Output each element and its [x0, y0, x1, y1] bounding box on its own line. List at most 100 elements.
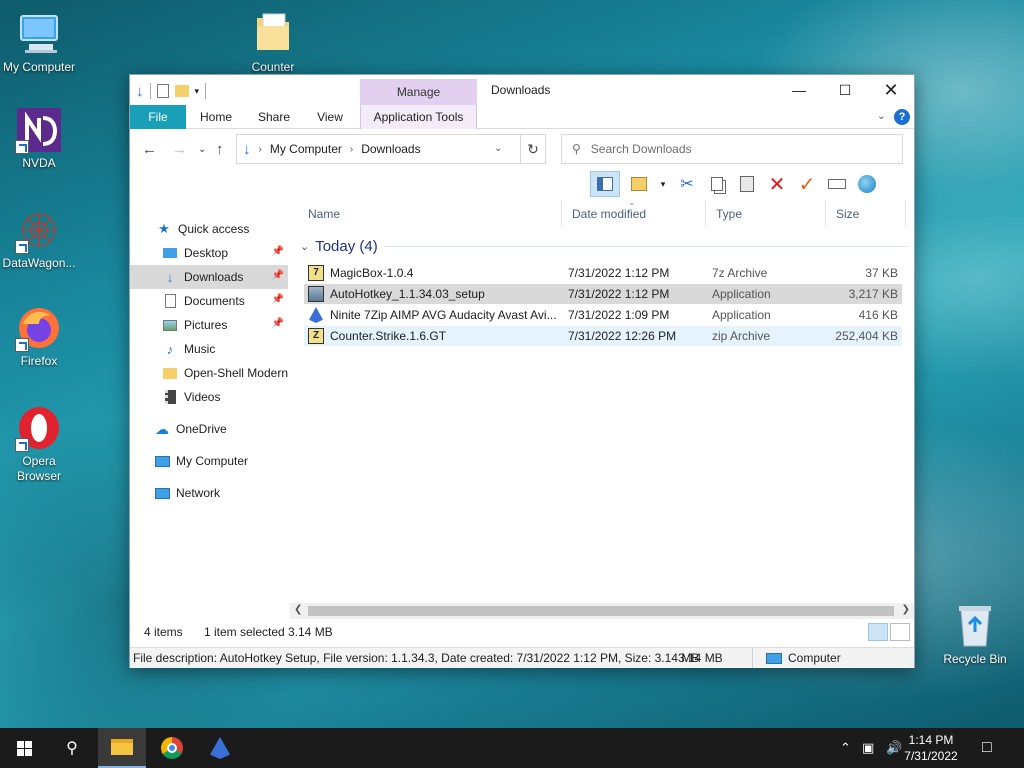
- qat-separator: [205, 83, 207, 99]
- table-row[interactable]: Ninite 7Zip AIMP AVG Audacity Avast Avi.…: [304, 305, 902, 325]
- desktop-icon-recycle-bin[interactable]: Recycle Bin: [933, 602, 1017, 667]
- taskbar-chrome[interactable]: [148, 728, 196, 768]
- search-button[interactable]: ⚲: [48, 728, 96, 768]
- web-globe-icon[interactable]: [856, 173, 878, 195]
- recycle-bin-icon: [951, 602, 999, 650]
- nav-label: Network: [176, 486, 221, 500]
- file-type: Application: [712, 308, 771, 322]
- folder-icon: [249, 10, 297, 58]
- nav-pictures[interactable]: Pictures 📌: [130, 313, 288, 337]
- rename-icon[interactable]: [826, 173, 848, 195]
- desktop-icon-nvda[interactable]: NVDA: [0, 106, 81, 171]
- nav-documents[interactable]: Documents 📌: [130, 289, 288, 313]
- nav-desktop[interactable]: Desktop 📌: [130, 241, 288, 265]
- window-title: Downloads: [491, 83, 551, 97]
- pin-icon[interactable]: 📌: [272, 318, 284, 329]
- table-row[interactable]: 7 MagicBox-1.0.4 7/31/2022 1:12 PM 7z Ar…: [304, 263, 902, 283]
- pin-icon[interactable]: 📌: [272, 294, 284, 305]
- column-header-type[interactable]: Type: [706, 201, 826, 227]
- start-button[interactable]: [0, 728, 48, 768]
- nav-network[interactable]: Network: [130, 481, 288, 505]
- layout-dropdown-icon[interactable]: ▾: [658, 173, 668, 195]
- refresh-button[interactable]: ↻: [520, 134, 546, 164]
- desktop-icon-datawagon[interactable]: DataWagon...: [0, 206, 81, 271]
- new-folder-icon[interactable]: [174, 85, 189, 97]
- search-input[interactable]: Search Downloads: [591, 142, 692, 156]
- minimize-button[interactable]: —: [776, 75, 822, 105]
- nav-label: My Computer: [176, 454, 249, 468]
- navigation-pane-icon[interactable]: [590, 171, 620, 197]
- layout-icon[interactable]: [628, 173, 650, 195]
- nav-music[interactable]: ♪ Music: [130, 337, 288, 361]
- up-button[interactable]: ↑: [216, 141, 224, 158]
- properties-check-icon[interactable]: ✓: [796, 173, 818, 196]
- pin-icon[interactable]: 📌: [272, 270, 284, 281]
- notification-icon[interactable]: □: [982, 728, 992, 768]
- tab-application-tools[interactable]: Application Tools: [360, 105, 477, 129]
- help-button[interactable]: ?: [894, 109, 910, 125]
- column-header-name[interactable]: Name: [298, 201, 562, 227]
- tab-home[interactable]: Home: [192, 105, 240, 129]
- desktop-icon-opera[interactable]: Opera Browser: [0, 404, 81, 484]
- explorer-window[interactable]: ↓ ▾ Manage Downloads — ☐ ✕ File Home Sha…: [129, 74, 915, 668]
- nav-onedrive[interactable]: ☁ OneDrive: [130, 417, 288, 441]
- cut-icon[interactable]: ✂: [676, 173, 698, 195]
- manage-contextual-tab[interactable]: Manage: [360, 79, 477, 105]
- scroll-right-icon[interactable]: ❯: [902, 604, 910, 615]
- paste-icon[interactable]: [736, 173, 758, 195]
- group-divider: [384, 246, 908, 247]
- desktop-icon-label: DataWagon...: [2, 256, 76, 270]
- delete-icon[interactable]: ✕: [766, 173, 788, 196]
- file-date: 7/31/2022 1:09 PM: [568, 308, 670, 322]
- desktop-icon-label: NVDA: [22, 156, 56, 170]
- search-box[interactable]: ⚲ Search Downloads: [561, 134, 903, 164]
- tab-file[interactable]: File: [130, 105, 186, 129]
- copy-icon[interactable]: [706, 173, 728, 195]
- table-row[interactable]: Z Counter.Strike.1.6.GT 7/31/2022 12:26 …: [304, 326, 902, 346]
- desktop-icon-my-computer[interactable]: My Computer: [0, 10, 81, 75]
- nav-downloads[interactable]: ↓ Downloads 📌: [130, 265, 288, 289]
- file-size: 37 KB: [865, 266, 898, 280]
- details-view-button[interactable]: [868, 623, 888, 641]
- properties-icon[interactable]: [156, 84, 169, 98]
- downloads-arrow-icon: ↓: [136, 82, 144, 100]
- taskbar-ninite[interactable]: [196, 728, 244, 768]
- recent-locations-icon[interactable]: ⌄: [198, 144, 206, 155]
- desktop-icon-firefox[interactable]: Firefox: [0, 304, 81, 369]
- ribbon-expand-icon[interactable]: ⌄: [877, 109, 886, 122]
- maximize-button[interactable]: ☐: [822, 75, 868, 105]
- shortcut-arrow-icon: [15, 338, 29, 352]
- nav-videos[interactable]: Videos: [130, 385, 288, 409]
- scroll-left-icon[interactable]: ❮: [294, 604, 302, 615]
- breadcrumb-my-computer[interactable]: My Computer: [270, 142, 342, 156]
- title-bar[interactable]: ↓ ▾ Manage Downloads — ☐ ✕: [130, 75, 914, 105]
- scrollbar-thumb[interactable]: [308, 606, 894, 616]
- desktop-icon-counter[interactable]: Counter: [231, 10, 315, 75]
- close-button[interactable]: ✕: [868, 75, 914, 105]
- large-icons-view-button[interactable]: [890, 623, 910, 641]
- tab-view[interactable]: View: [306, 105, 354, 129]
- back-button[interactable]: ←: [142, 141, 157, 158]
- search-icon: ⚲: [572, 142, 581, 156]
- chrome-icon: [161, 737, 183, 759]
- group-label: Today (4): [315, 237, 378, 255]
- forward-button[interactable]: →: [172, 141, 187, 158]
- desktop-icon-label: Firefox: [20, 354, 58, 368]
- network-tray-icon[interactable]: ▣: [862, 728, 874, 768]
- qat-dropdown-icon[interactable]: ▾: [195, 86, 200, 97]
- horizontal-scrollbar[interactable]: ❮ ❯: [290, 603, 914, 619]
- breadcrumb-downloads[interactable]: Downloads: [361, 142, 420, 156]
- table-row[interactable]: AutoHotkey_1.1.34.03_setup 7/31/2022 1:1…: [304, 284, 902, 304]
- tab-share[interactable]: Share: [248, 105, 300, 129]
- nav-open-shell-modern[interactable]: Open-Shell Modern: [130, 361, 288, 385]
- file-date: 7/31/2022 12:26 PM: [568, 329, 677, 343]
- nav-quick-access[interactable]: ★ Quick access: [130, 217, 288, 241]
- show-hidden-icons-button[interactable]: ⌃: [840, 728, 851, 768]
- clock[interactable]: 1:14 PM 7/31/2022: [896, 732, 966, 764]
- pin-icon[interactable]: 📌: [272, 246, 284, 257]
- nav-my-computer[interactable]: My Computer: [130, 449, 288, 473]
- column-header-size[interactable]: Size: [826, 201, 906, 227]
- file-type: 7z Archive: [712, 266, 768, 280]
- taskbar-file-explorer[interactable]: [98, 728, 146, 768]
- address-dropdown-icon[interactable]: ⌄: [494, 143, 502, 154]
